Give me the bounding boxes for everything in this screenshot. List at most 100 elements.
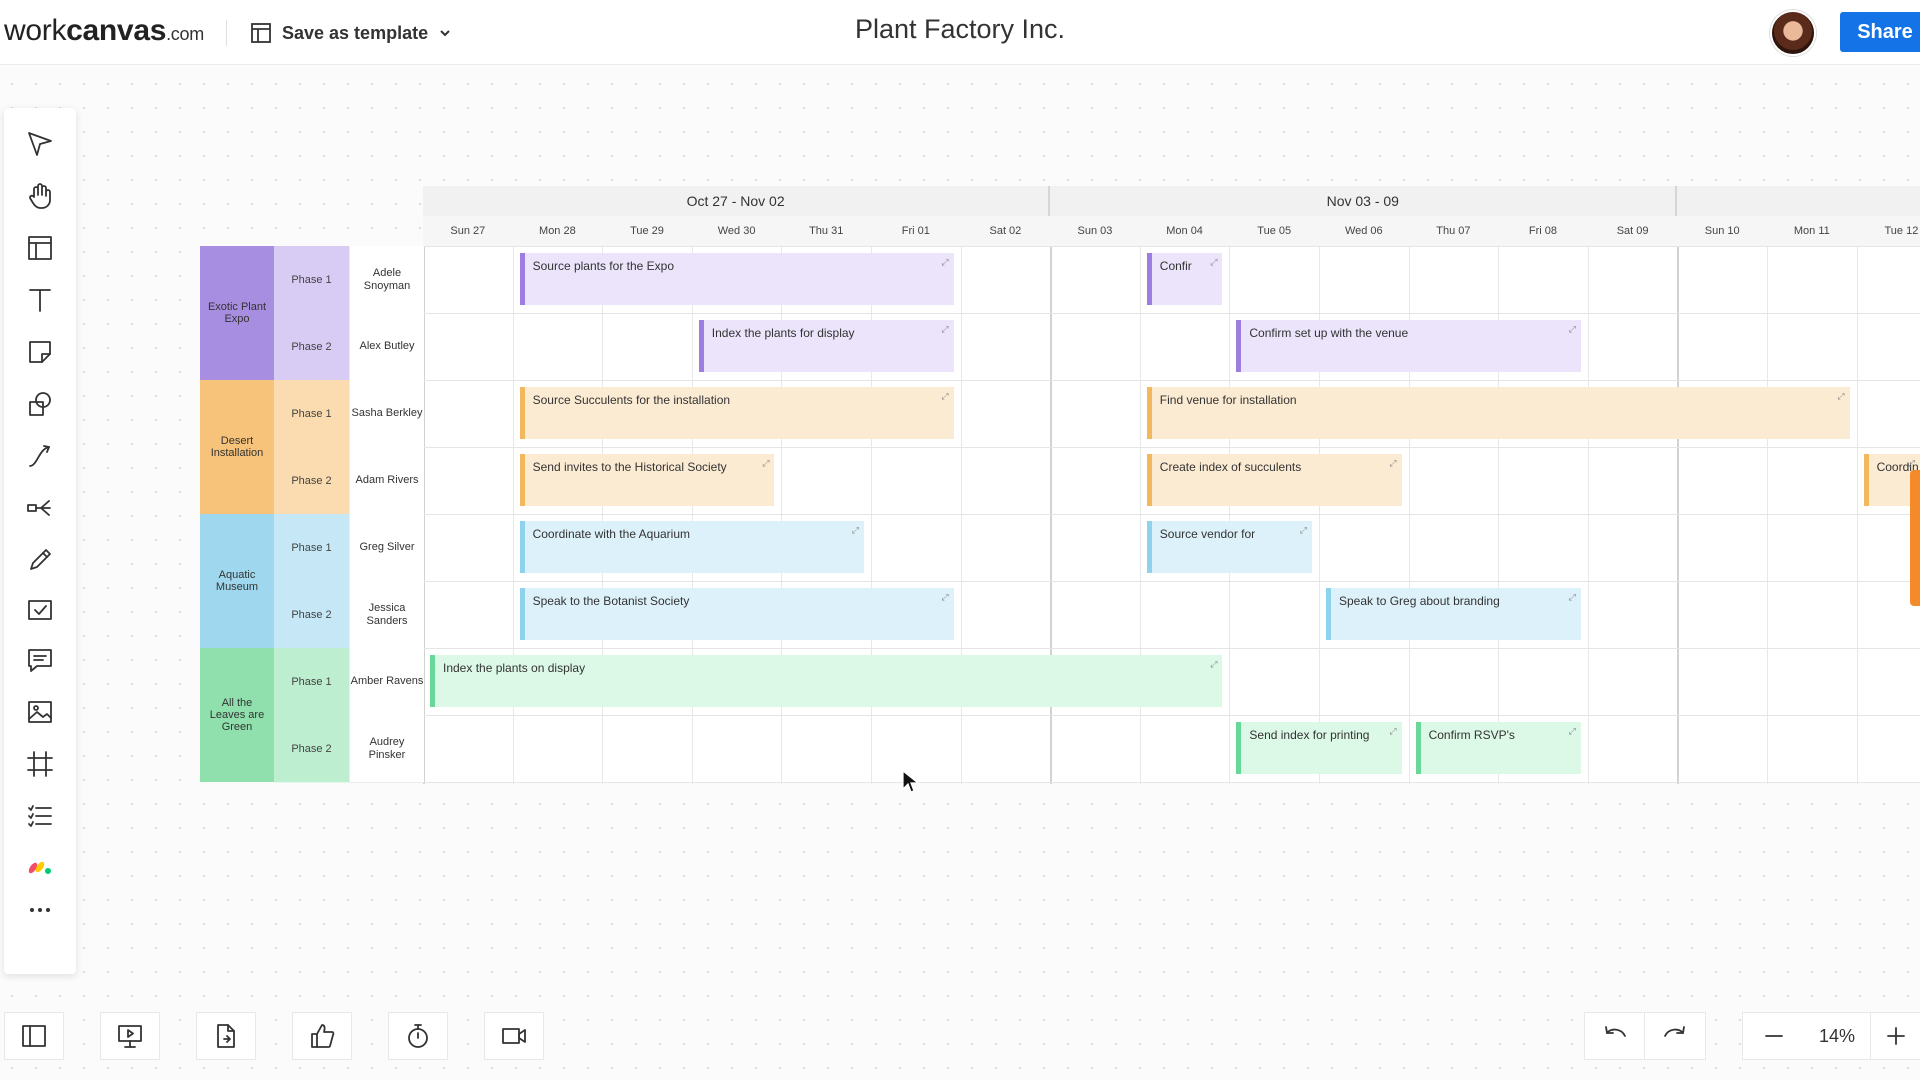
left-toolbar	[4, 108, 76, 974]
expand-icon[interactable]: ⤢	[762, 458, 769, 469]
numbered-list-icon	[28, 805, 52, 827]
expand-icon[interactable]: ⤢	[1210, 659, 1217, 670]
pen-tool-button[interactable]	[4, 538, 76, 582]
plus-icon	[1887, 1027, 1905, 1045]
group-label[interactable]: Exotic Plant Expo	[200, 246, 274, 380]
video-call-button[interactable]	[484, 1012, 544, 1060]
shapes-tool-button[interactable]	[4, 382, 76, 426]
group-label[interactable]: Desert Installation	[200, 380, 274, 514]
offscreen-item-edge[interactable]	[1910, 470, 1920, 606]
chevron-down-icon	[440, 30, 450, 37]
template-tool-button[interactable]	[4, 226, 76, 270]
connector-tool-button[interactable]	[4, 434, 76, 478]
expand-icon[interactable]: ⤢	[1837, 391, 1844, 402]
select-tool-button[interactable]	[4, 122, 76, 166]
pan-tool-button[interactable]	[4, 174, 76, 218]
task-bar[interactable]: Speak to the Botanist Society ⤢	[519, 588, 954, 640]
owner-label[interactable]: Jessica Sanders	[349, 581, 424, 649]
owner-label[interactable]: Greg Silver	[349, 514, 424, 582]
owner-label[interactable]: Adele Snoyman	[349, 246, 424, 314]
monday-logo-icon	[28, 861, 51, 874]
save-as-template-button[interactable]: Save as template	[250, 18, 452, 48]
task-bar[interactable]: Send invites to the Historical Society ⤢	[519, 454, 775, 506]
logo-text-suffix: .com	[166, 24, 204, 44]
share-button[interactable]: Share	[1840, 12, 1920, 52]
phase-label[interactable]: Phase 2	[274, 715, 349, 783]
expand-icon[interactable]: ⤢	[1210, 257, 1217, 268]
task-bar[interactable]: Confirm set up with the venue ⤢	[1236, 320, 1581, 372]
expand-icon[interactable]: ⤢	[1389, 726, 1396, 737]
timer-button[interactable]	[388, 1012, 448, 1060]
expand-icon[interactable]: ⤢	[1300, 525, 1307, 536]
task-bar[interactable]: Source vendor for ⤢	[1146, 521, 1312, 573]
phase-label[interactable]: Phase 1	[274, 246, 349, 314]
expand-icon[interactable]: ⤢	[852, 525, 859, 536]
phase-label[interactable]: Phase 1	[274, 380, 349, 448]
group-label[interactable]: All the Leaves are Green	[200, 648, 274, 782]
task-bar[interactable]: Speak to Greg about branding ⤢	[1326, 588, 1581, 640]
phase-label[interactable]: Phase 2	[274, 581, 349, 649]
checklist-tool-button[interactable]	[4, 588, 76, 632]
thumbs-up-icon	[311, 1024, 335, 1048]
day-header: Mon 11	[1767, 216, 1857, 246]
phase-label[interactable]: Phase 2	[274, 447, 349, 515]
user-avatar[interactable]	[1770, 10, 1816, 56]
task-label: Confirm RSVP's	[1428, 728, 1515, 742]
expand-icon[interactable]: ⤢	[941, 592, 948, 603]
frame-tool-button[interactable]	[4, 742, 76, 786]
day-header: Tue 05	[1229, 216, 1319, 246]
connector-line-icon	[29, 445, 50, 467]
day-header: Fri 01	[871, 216, 961, 246]
expand-icon[interactable]: ⤢	[941, 257, 948, 268]
integration-tool-button[interactable]	[4, 844, 76, 888]
task-bar[interactable]: Source Succulents for the installation ⤢	[519, 387, 954, 439]
task-bar[interactable]: Create index of succulents ⤢	[1146, 454, 1402, 506]
phase-label[interactable]: Phase 1	[274, 648, 349, 716]
more-tools-button[interactable]	[4, 888, 76, 932]
redo-button[interactable]	[1644, 1012, 1706, 1060]
task-bar[interactable]: Confirm RSVP's ⤢	[1415, 722, 1581, 774]
expand-icon[interactable]: ⤢	[1569, 324, 1576, 335]
vote-button[interactable]	[292, 1012, 352, 1060]
expand-icon[interactable]: ⤢	[1908, 458, 1915, 469]
expand-icon[interactable]: ⤢	[1569, 726, 1576, 737]
owner-label[interactable]: Adam Rivers	[349, 447, 424, 515]
panel-toggle-button[interactable]	[4, 1012, 64, 1060]
zoom-level[interactable]: 14%	[1804, 1012, 1870, 1060]
undo-button[interactable]	[1584, 1012, 1646, 1060]
task-bar[interactable]: Coordinate with the Aquarium ⤢	[519, 521, 864, 573]
text-tool-button[interactable]	[4, 278, 76, 322]
phase-label[interactable]: Phase 1	[274, 514, 349, 582]
task-bar[interactable]: Confir ⤢	[1146, 253, 1223, 305]
presentation-button[interactable]	[100, 1012, 160, 1060]
expand-icon[interactable]: ⤢	[1389, 458, 1396, 469]
task-bar[interactable]: Index the plants on display ⤢	[430, 655, 1223, 707]
task-bar[interactable]: Source plants for the Expo ⤢	[519, 253, 954, 305]
group-label[interactable]: Aquatic Museum	[200, 514, 274, 648]
owner-label[interactable]: Sasha Berkley	[349, 380, 424, 448]
template-icon	[251, 23, 271, 43]
sticky-note-tool-button[interactable]	[4, 330, 76, 374]
expand-icon[interactable]: ⤢	[941, 324, 948, 335]
app-logo[interactable]: workcanvas.com	[4, 14, 204, 48]
comment-tool-button[interactable]	[4, 638, 76, 682]
task-bar[interactable]: Index the plants for display ⤢	[698, 320, 954, 372]
zoom-out-button[interactable]	[1742, 1012, 1806, 1060]
mindmap-tool-button[interactable]	[4, 486, 76, 530]
video-camera-icon	[502, 1028, 526, 1044]
owner-label[interactable]: Amber Ravens	[349, 648, 424, 716]
list-tool-button[interactable]	[4, 794, 76, 838]
export-button[interactable]	[196, 1012, 256, 1060]
expand-icon[interactable]: ⤢	[1569, 592, 1576, 603]
task-bar[interactable]: Send index for printing ⤢	[1236, 722, 1402, 774]
zoom-in-button[interactable]	[1870, 1012, 1920, 1060]
task-bar[interactable]: Find venue for installation ⤢	[1146, 387, 1850, 439]
expand-icon[interactable]: ⤢	[941, 391, 948, 402]
row-gridline	[423, 514, 1920, 515]
image-tool-button[interactable]	[4, 690, 76, 734]
mouse-pointer-icon	[902, 770, 920, 793]
owner-label[interactable]: Alex Butley	[349, 313, 424, 381]
owner-label[interactable]: Audrey Pinsker	[349, 715, 424, 783]
document-title[interactable]: Plant Factory Inc.	[855, 14, 1065, 44]
phase-label[interactable]: Phase 2	[274, 313, 349, 381]
